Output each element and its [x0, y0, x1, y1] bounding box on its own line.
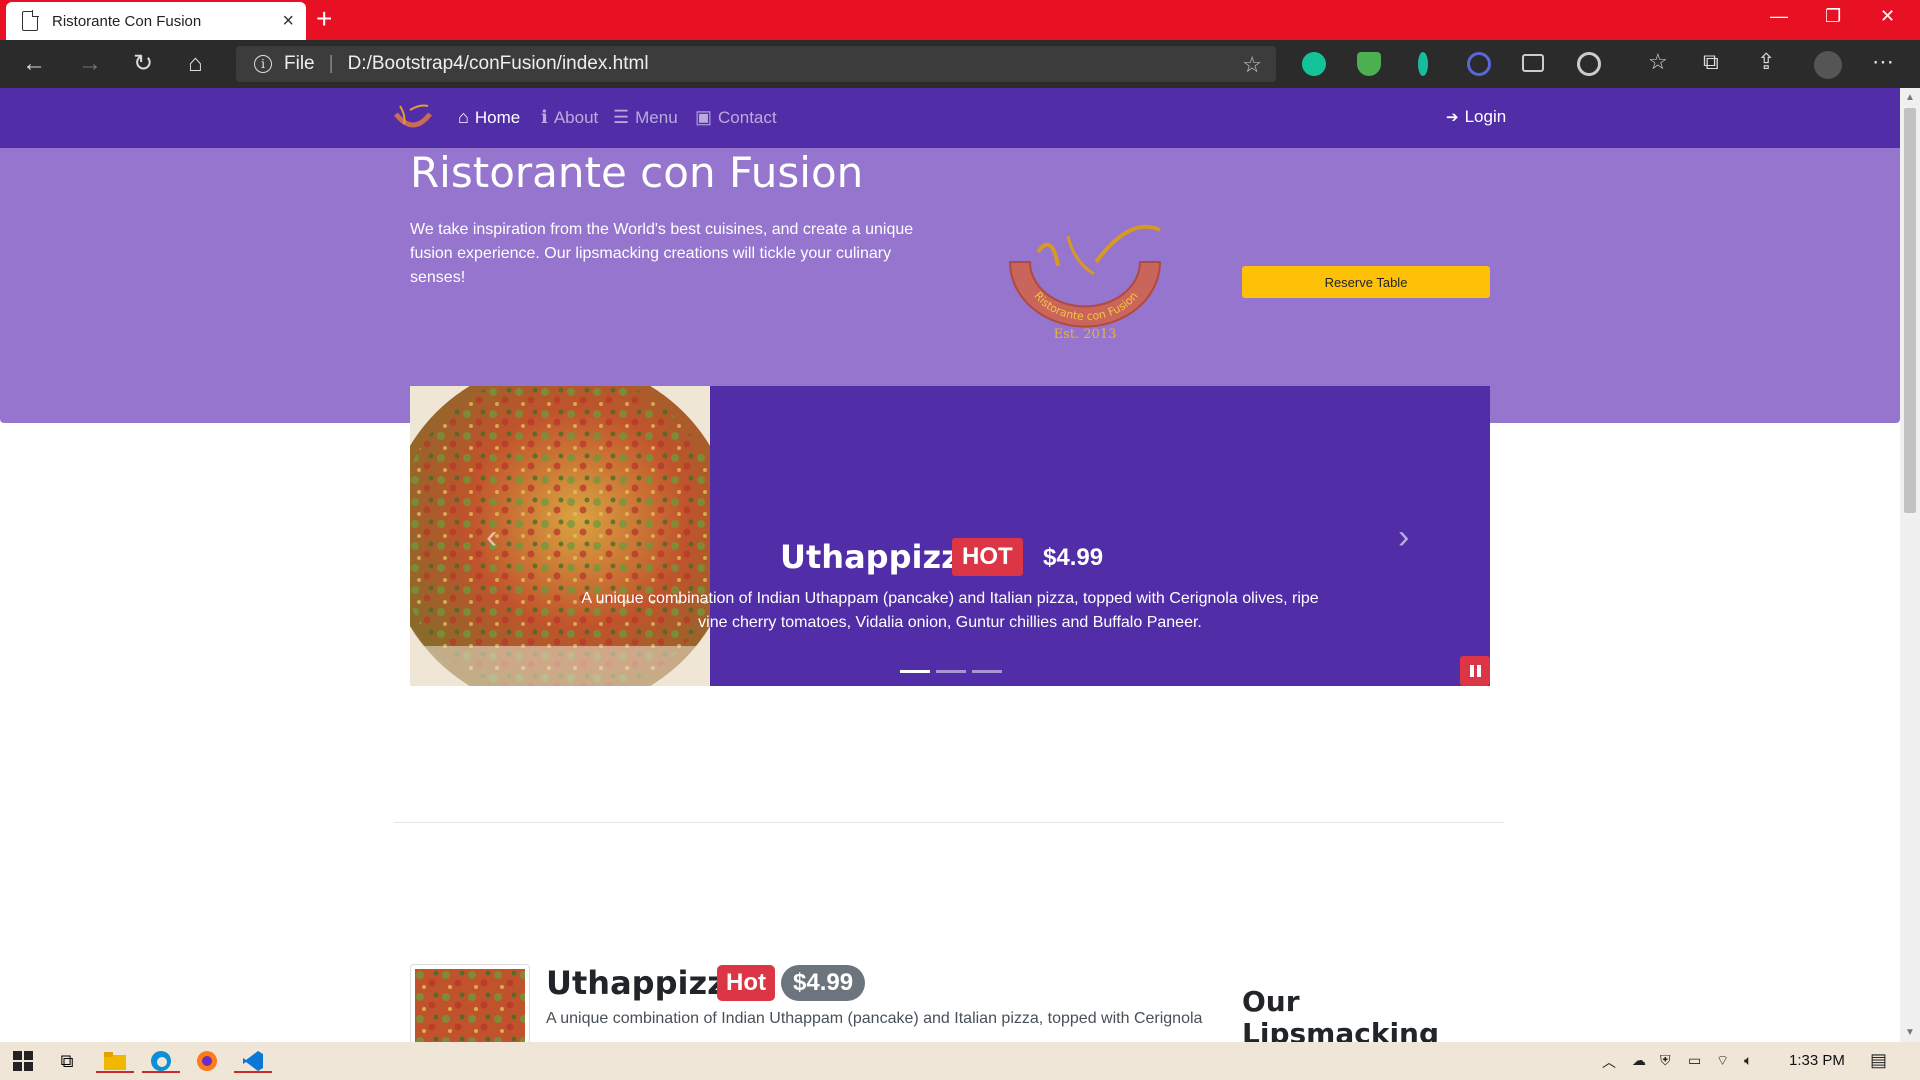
site-navbar: ⌂ Home ℹ About ☰ Menu ▣ Contact ➔ Login — [0, 88, 1900, 148]
restore-icon[interactable]: ❐ — [1825, 6, 1841, 27]
carousel-item-text: A unique combination of Indian Uthappam … — [581, 590, 1319, 631]
media-price-badge: $4.99 — [781, 965, 866, 1001]
grammarly-extension-icon[interactable] — [1302, 52, 1326, 76]
refresh-icon[interactable]: ↻ — [133, 50, 153, 78]
nav-login-label: Login — [1464, 107, 1507, 126]
tab-close-icon[interactable]: × — [282, 11, 294, 31]
scroll-up-icon[interactable]: ▲ — [1905, 92, 1915, 103]
record-extension-icon[interactable] — [1577, 52, 1601, 76]
url-separator: | — [328, 53, 334, 74]
taskbar-clock[interactable]: 1:33 PM — [1789, 1052, 1845, 1069]
carousel-pause-button[interactable] — [1460, 656, 1490, 686]
logo-est: Est. 2013 — [1054, 327, 1117, 342]
new-tab-icon[interactable]: + — [316, 5, 332, 33]
section-divider — [394, 822, 1504, 823]
scrollbar-thumb[interactable] — [1904, 108, 1916, 513]
media-thumbnail — [410, 964, 530, 1042]
pause-icon-bar — [1476, 665, 1481, 677]
carousel-prev-icon[interactable]: ‹ — [486, 518, 497, 557]
close-window-icon[interactable]: ✕ — [1880, 6, 1895, 27]
windows-start-icon[interactable] — [10, 1048, 36, 1074]
site-info-icon[interactable]: i — [254, 55, 272, 73]
favorites-icon[interactable]: ☆ — [1648, 49, 1668, 75]
carousel-price: $4.99 — [1043, 544, 1104, 571]
nav-menu[interactable]: ☰ Menu — [613, 107, 678, 128]
firefox-icon[interactable] — [194, 1048, 220, 1074]
circle-extension-icon[interactable] — [1467, 52, 1491, 76]
nav-login[interactable]: ➔ Login — [1446, 107, 1506, 127]
web-page: ⌂ Home ℹ About ☰ Menu ▣ Contact ➔ Login … — [0, 88, 1900, 1042]
share-icon[interactable]: ⇪ — [1757, 49, 1775, 75]
jumbotron — [0, 148, 1900, 423]
media-text: A unique combination of Indian Uthappam … — [546, 1010, 1203, 1027]
address-bar[interactable]: i File | D:/Bootstrap4/conFusion/index.h… — [236, 46, 1276, 82]
volume-icon[interactable]: 🔈︎ — [1744, 1052, 1752, 1069]
restaurant-logo: Ristorante con Fusion Est. 2013 — [1008, 224, 1162, 342]
taskbar-active-indicator — [96, 1071, 134, 1073]
reserve-table-button[interactable]: Reserve Table — [1242, 266, 1490, 298]
browser-tab[interactable]: Ristorante Con Fusion × — [6, 2, 306, 40]
jumbotron-title: Ristorante con Fusion — [410, 148, 864, 197]
nav-contact[interactable]: ▣ Contact — [695, 107, 777, 128]
collections-icon[interactable]: ⧉ — [1703, 49, 1719, 75]
nav-about-label: About — [553, 107, 599, 127]
back-icon[interactable]: ← — [22, 50, 46, 78]
jumbotron-text: We take inspiration from the World's bes… — [410, 221, 914, 286]
list-icon: ☰ — [613, 107, 630, 127]
favorite-star-icon[interactable]: ☆ — [1242, 52, 1262, 78]
page-scrollbar[interactable]: ▲ ▼ — [1900, 88, 1920, 1042]
tab-title: Ristorante Con Fusion — [52, 12, 202, 30]
taskbar-active-indicator — [142, 1071, 180, 1073]
windows-taskbar: ⧉ ︿ ☁ ⛨ ▭ ⌔ 🔈︎ 1:33 PM ▤ — [0, 1042, 1920, 1080]
onedrive-icon[interactable]: ☁ — [1632, 1052, 1646, 1069]
picture-in-picture-icon[interactable] — [1522, 54, 1544, 72]
nav-about[interactable]: ℹ About — [541, 107, 598, 128]
carousel-indicator-1[interactable] — [900, 670, 930, 673]
brand-logo[interactable] — [392, 100, 434, 136]
home-icon: ⌂ — [458, 107, 469, 127]
file-explorer-icon[interactable] — [96, 1048, 134, 1074]
page-icon — [22, 10, 39, 31]
url-scheme: File — [284, 53, 315, 74]
carousel-next-icon[interactable]: › — [1398, 518, 1409, 557]
taskbar-active-indicator — [234, 1071, 272, 1073]
task-view-icon[interactable]: ⧉ — [54, 1048, 80, 1074]
nav-home[interactable]: ⌂ Home — [458, 107, 520, 128]
carousel-hot-badge: HOT — [952, 538, 1023, 576]
notifications-icon[interactable]: ▤ — [1870, 1050, 1887, 1071]
carousel-indicator-2[interactable] — [936, 670, 966, 673]
more-options-icon[interactable]: ⋯ — [1872, 49, 1894, 75]
show-hidden-icons-icon[interactable]: ︿ — [1602, 1052, 1616, 1072]
info-icon: ℹ — [541, 107, 548, 127]
aside-title: Our Lipsmacking Culinary Creations — [1242, 985, 1440, 1043]
shield-extension-icon[interactable] — [1357, 52, 1381, 76]
minimize-icon[interactable]: — — [1770, 6, 1788, 27]
nav-menu-label: Menu — [635, 107, 678, 127]
address-card-icon: ▣ — [695, 107, 713, 127]
wifi-icon[interactable]: ⌔ — [1716, 1052, 1729, 1070]
home-icon[interactable]: ⌂ — [188, 50, 203, 78]
edge-browser-icon[interactable] — [142, 1048, 180, 1074]
nav-home-label: Home — [474, 107, 521, 127]
carousel-indicator-3[interactable] — [972, 670, 1002, 673]
carousel: ‹ › Uthappizza HOT $4.99 A unique combin… — [410, 386, 1490, 686]
pause-icon-bar — [1469, 665, 1474, 677]
scroll-down-icon[interactable]: ▼ — [1905, 1027, 1915, 1038]
pin-extension-icon[interactable] — [1418, 52, 1428, 76]
uthappizza-image — [410, 386, 710, 686]
battery-icon[interactable]: ▭ — [1688, 1052, 1701, 1069]
forward-icon[interactable]: → — [78, 50, 102, 78]
url-text: D:/Bootstrap4/conFusion/index.html — [347, 53, 649, 74]
uthappizza-thumbnail-image — [415, 969, 525, 1042]
security-icon[interactable]: ⛨ — [1660, 1052, 1671, 1069]
sign-in-icon: ➔ — [1446, 109, 1459, 126]
media-hot-badge: Hot — [717, 965, 775, 1001]
profile-avatar[interactable] — [1814, 51, 1842, 79]
nav-contact-label: Contact — [718, 107, 777, 127]
vscode-icon[interactable] — [234, 1048, 272, 1074]
browser-toolbar: ← → ↻ ⌂ i File | D:/Bootstrap4/conFusion… — [0, 40, 1920, 88]
browser-titlebar: Ristorante Con Fusion × + — ❐ ✕ — [0, 0, 1920, 40]
